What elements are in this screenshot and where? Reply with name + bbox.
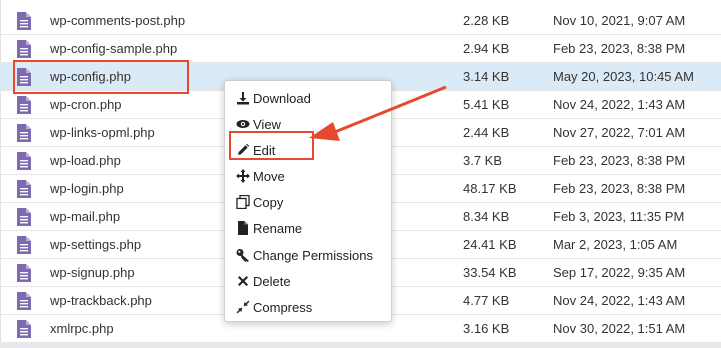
arrow-head — [309, 122, 340, 141]
annotation-arrow — [309, 85, 447, 141]
arrow-shaft — [329, 85, 447, 136]
horizontal-scrollbar[interactable] — [0, 342, 721, 348]
